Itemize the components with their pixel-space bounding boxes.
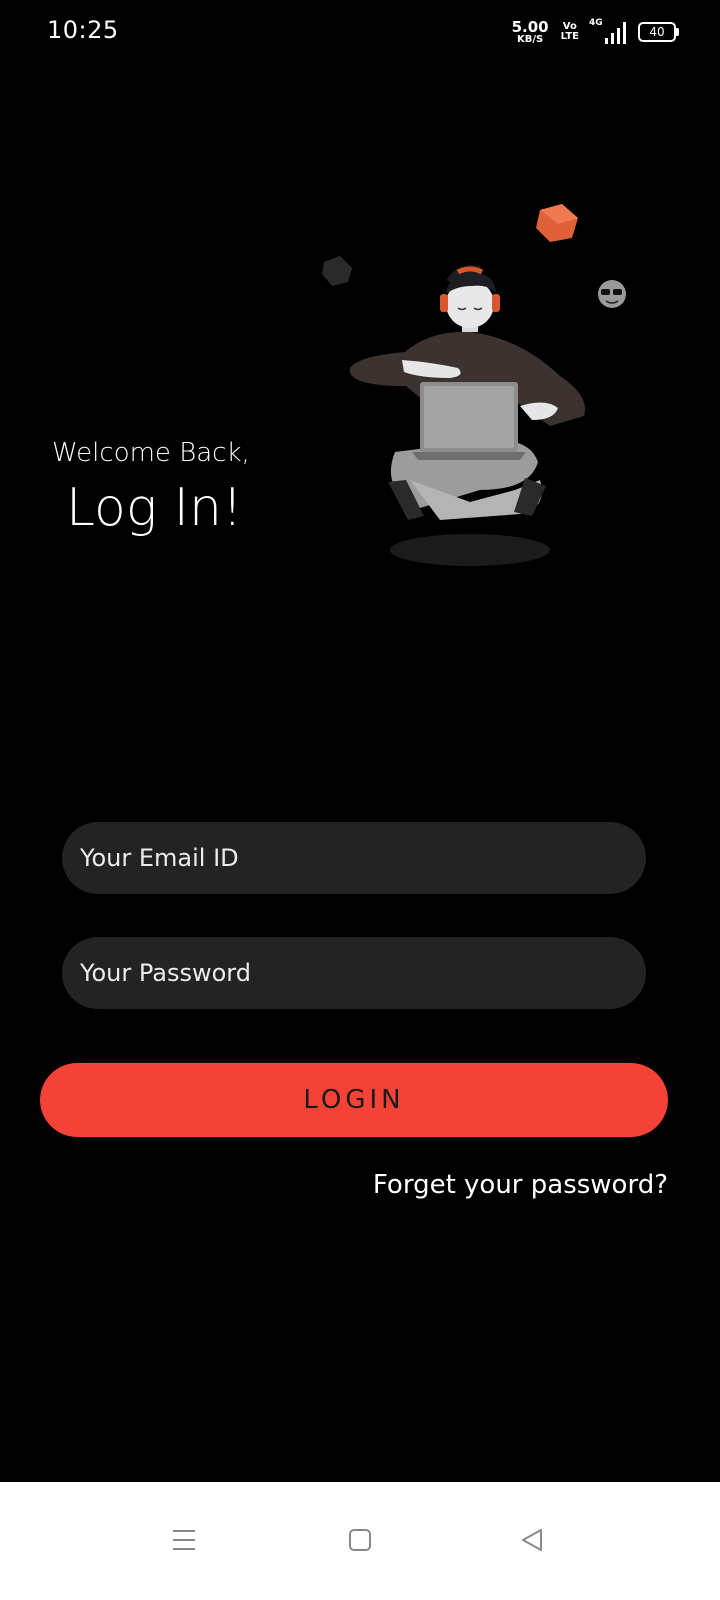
login-screen: 10:25 5.00 KB/S Vo LTE 4G 40 Welcome Bac… bbox=[0, 0, 720, 1600]
battery-icon: 40 bbox=[638, 22, 679, 42]
signal-bar bbox=[623, 22, 626, 44]
network-type: 4G bbox=[589, 18, 603, 28]
nav-menu-button[interactable] bbox=[154, 1510, 214, 1570]
email-field[interactable] bbox=[62, 822, 646, 894]
dark-cube-icon bbox=[322, 256, 352, 286]
signal-icon: 4G bbox=[589, 18, 626, 44]
nav-home-button[interactable] bbox=[330, 1510, 390, 1570]
signal-bar bbox=[611, 33, 614, 44]
signal-bar bbox=[617, 28, 620, 44]
status-time: 10:25 bbox=[47, 16, 119, 44]
orange-cube-icon bbox=[536, 204, 578, 242]
volte-icon: Vo LTE bbox=[561, 22, 579, 42]
nav-back-button[interactable] bbox=[502, 1510, 562, 1570]
sunglasses-emoji-icon bbox=[598, 280, 626, 308]
volte-bottom: LTE bbox=[560, 31, 579, 42]
network-speed: 5.00 KB/S bbox=[511, 17, 549, 45]
welcome-title: Log In! bbox=[66, 478, 243, 538]
system-nav-bar bbox=[0, 1482, 720, 1600]
network-speed-unit: KB/S bbox=[517, 33, 544, 45]
home-square-icon bbox=[349, 1529, 371, 1551]
man-with-laptop-illustration bbox=[322, 204, 626, 566]
signal-bar bbox=[605, 38, 608, 44]
back-triangle-icon bbox=[522, 1529, 542, 1551]
forgot-password-link[interactable]: Forget your password? bbox=[373, 1170, 668, 1200]
menu-icon bbox=[173, 1530, 195, 1550]
status-bar: 10:25 5.00 KB/S Vo LTE 4G 40 bbox=[0, 0, 720, 64]
welcome-subtitle: Welcome Back, bbox=[52, 438, 250, 468]
battery-level: 40 bbox=[649, 25, 665, 39]
status-icons: 5.00 KB/S Vo LTE 4G 40 bbox=[511, 17, 679, 46]
login-button[interactable]: LOGIN bbox=[40, 1063, 668, 1137]
password-field[interactable] bbox=[62, 937, 646, 1009]
network-speed-value: 5.00 bbox=[511, 17, 549, 36]
